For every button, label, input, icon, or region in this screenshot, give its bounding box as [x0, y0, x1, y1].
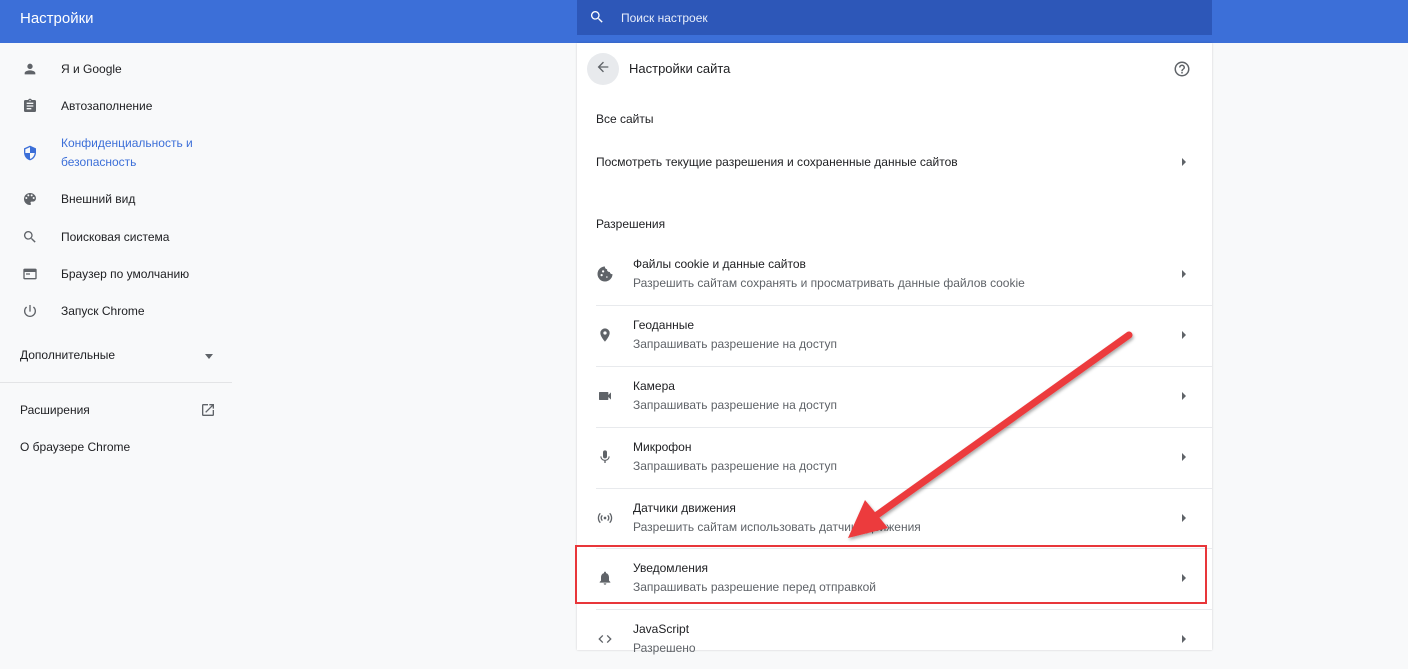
row-divider	[596, 305, 1212, 306]
extensions-link[interactable]: Расширения	[20, 403, 90, 417]
sidebar-item-label: Браузер по умолчанию	[61, 266, 190, 281]
permission-subtitle: Запрашивать разрешение на доступ	[633, 459, 837, 473]
all-sites-link-label: Посмотреть текущие разрешения и сохранен…	[596, 155, 958, 169]
advanced-toggle[interactable]: Дополнительные	[20, 348, 215, 368]
all-sites-header: Все сайты	[596, 112, 654, 126]
arrow-back-icon	[595, 59, 611, 80]
sidebar-item-label: Автозаполнение	[61, 98, 153, 113]
permission-row-motion-sensors[interactable]: Датчики движения Разрешить сайтам исполь…	[577, 488, 1212, 548]
sidebar-item-default-browser[interactable]: Браузер по умолчанию	[0, 259, 232, 289]
row-divider	[596, 427, 1212, 428]
motion-sensor-icon	[596, 509, 614, 527]
search-icon	[21, 228, 39, 246]
permissions-header: Разрешения	[596, 217, 666, 231]
person-icon	[21, 60, 39, 78]
sidebar-item-you-and-google[interactable]: Я и Google	[0, 54, 232, 84]
permission-row-camera[interactable]: Камера Запрашивать разрешение на доступ	[577, 366, 1212, 426]
sidebar-item-label: Запуск Chrome	[61, 303, 145, 318]
code-icon	[596, 630, 614, 648]
shield-icon	[21, 144, 39, 162]
sidebar-item-label: Поисковая система	[61, 229, 170, 244]
advanced-label: Дополнительные	[20, 348, 115, 362]
chevron-down-icon	[205, 354, 213, 359]
chevron-right-icon	[1182, 392, 1186, 400]
sidebar-divider	[0, 382, 232, 383]
permission-title: Файлы cookie и данные сайтов	[633, 257, 806, 271]
permission-row-cookies[interactable]: Файлы cookie и данные сайтов Разрешить с…	[577, 244, 1212, 304]
top-bar: Настройки	[0, 0, 1408, 43]
chevron-right-icon	[1182, 158, 1186, 166]
page-title: Настройки сайта	[629, 61, 731, 76]
sidebar-item-label: Я и Google	[61, 61, 122, 76]
sidebar-item-label: Внешний вид	[61, 191, 136, 206]
about-chrome-link[interactable]: О браузере Chrome	[20, 440, 130, 454]
permission-row-notifications[interactable]: Уведомления Запрашивать разрешение перед…	[577, 548, 1212, 608]
chevron-right-icon	[1182, 635, 1186, 643]
open-in-new-icon[interactable]	[200, 402, 216, 423]
back-button[interactable]	[587, 53, 619, 85]
sidebar-item-search-engine[interactable]: Поисковая система	[0, 222, 232, 252]
clipboard-icon	[21, 97, 39, 115]
cookie-icon	[596, 265, 614, 283]
permission-subtitle: Запрашивать разрешение перед отправкой	[633, 580, 877, 594]
chevron-right-icon	[1182, 453, 1186, 461]
site-settings-card: Настройки сайта Все сайты Посмотреть тек…	[577, 43, 1212, 655]
permission-title: Датчики движения	[633, 501, 736, 515]
row-divider	[596, 488, 1212, 489]
permission-title: Камера	[633, 379, 675, 393]
all-sites-link[interactable]: Посмотреть текущие разрешения и сохранен…	[577, 143, 1212, 181]
permission-subtitle: Разрешить сайтам сохранять и просматрива…	[633, 276, 1025, 290]
chevron-right-icon	[1182, 574, 1186, 582]
sidebar-item-appearance[interactable]: Внешний вид	[0, 184, 232, 214]
search-icon	[589, 9, 605, 30]
search-box[interactable]	[577, 0, 1212, 35]
sidebar-item-on-startup[interactable]: Запуск Chrome	[0, 296, 232, 326]
bell-icon	[596, 569, 614, 587]
row-divider	[596, 548, 1212, 549]
permission-title: JavaScript	[633, 622, 690, 636]
permission-subtitle: Запрашивать разрешение на доступ	[633, 398, 837, 412]
permission-row-microphone[interactable]: Микрофон Запрашивать разрешение на досту…	[577, 427, 1212, 487]
microphone-icon	[596, 448, 614, 466]
chevron-right-icon	[1182, 514, 1186, 522]
permission-subtitle: Разрешено	[633, 641, 696, 655]
camera-icon	[596, 387, 614, 405]
row-divider	[596, 366, 1212, 367]
location-icon	[596, 326, 614, 344]
chevron-right-icon	[1182, 270, 1186, 278]
row-divider	[596, 609, 1212, 610]
permission-title: Уведомления	[633, 561, 709, 575]
sidebar-item-privacy[interactable]: Конфиденциальность и безопасность	[0, 133, 232, 173]
search-input[interactable]	[619, 4, 1183, 32]
permission-title: Микрофон	[633, 440, 692, 454]
palette-icon	[21, 190, 39, 208]
power-icon	[21, 302, 39, 320]
sidebar-item-label: Конфиденциальность и безопасность	[61, 136, 193, 169]
permission-title: Геоданные	[633, 318, 695, 332]
permission-subtitle: Запрашивать разрешение на доступ	[633, 337, 837, 351]
chevron-right-icon	[1182, 331, 1186, 339]
permission-row-location[interactable]: Геоданные Запрашивать разрешение на дост…	[577, 305, 1212, 365]
sidebar-item-autofill[interactable]: Автозаполнение	[0, 91, 232, 121]
permission-subtitle: Разрешить сайтам использовать датчики дв…	[633, 520, 921, 534]
app-title: Настройки	[20, 10, 94, 27]
browser-icon	[21, 265, 39, 283]
permission-row-javascript[interactable]: JavaScript Разрешено	[577, 609, 1212, 669]
help-icon[interactable]	[1173, 60, 1191, 83]
